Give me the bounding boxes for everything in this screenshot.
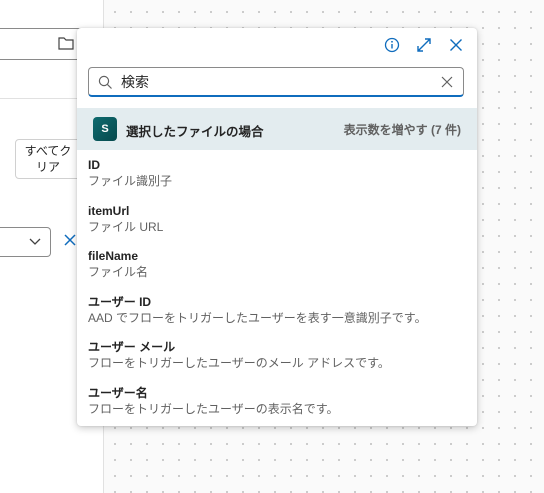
remove-icon[interactable] — [63, 233, 77, 247]
item-description: フローをトリガーしたユーザーのメール アドレスです。 — [88, 356, 390, 370]
item-description: フローをトリガーしたユーザーの表示名です。 — [88, 401, 339, 416]
clear-all-label: すべてクリア — [24, 144, 72, 174]
item-name: itemUrl — [88, 203, 130, 218]
item-description: ファイル名 — [88, 265, 149, 279]
item-name: ユーザー名 — [88, 385, 148, 400]
item-description: ファイル URL — [88, 219, 164, 234]
list-item-filename[interactable]: fileName ファイル名 — [88, 247, 468, 293]
search-box[interactable] — [88, 67, 464, 97]
dynamic-content-popover: S 選択したファイルの場合 表示数を増やす (7 件) ID ファイル識別子 i… — [77, 28, 477, 426]
dropdown-select[interactable] — [0, 227, 51, 257]
info-icon[interactable] — [383, 36, 401, 54]
folder-icon[interactable] — [58, 36, 74, 50]
list-item-id[interactable]: ID ファイル識別子 — [88, 156, 468, 202]
item-name: fileName — [88, 249, 139, 263]
section-header: S 選択したファイルの場合 表示数を増やす (7 件) — [77, 108, 477, 150]
list-item-user-email[interactable]: ユーザー メール フローをトリガーしたユーザーのメール アドレスです。 — [88, 338, 468, 384]
clear-icon[interactable] — [441, 76, 453, 88]
item-name: ユーザー ID — [88, 294, 152, 309]
section-title: 選択したファイルの場合 — [126, 125, 264, 139]
clear-all-button[interactable]: すべてクリア — [15, 139, 81, 179]
search-icon — [98, 75, 112, 89]
dynamic-content-list: ID ファイル識別子 itemUrl ファイル URL fileName ファイ… — [88, 156, 468, 429]
list-item-itemurl[interactable]: itemUrl ファイル URL — [88, 202, 468, 248]
chevron-down-icon — [29, 238, 41, 245]
show-more-link[interactable]: 表示数を増やす (7 件) — [344, 121, 461, 138]
sharepoint-icon: S — [93, 117, 117, 141]
list-item-user-name[interactable]: ユーザー名 フローをトリガーしたユーザーの表示名です。 — [88, 384, 468, 430]
item-name: ID — [88, 158, 100, 172]
item-name: ユーザー メール — [88, 340, 176, 354]
list-item-user-id[interactable]: ユーザー ID AAD でフローをトリガーしたユーザーを表す一意識別子です。 — [88, 293, 468, 339]
close-icon[interactable] — [447, 36, 465, 54]
popover-actions — [383, 36, 465, 54]
item-description: ファイル識別子 — [88, 174, 173, 188]
search-input[interactable] — [121, 72, 431, 92]
expand-icon[interactable] — [415, 36, 433, 54]
item-description: AAD でフローをトリガーしたユーザーを表す一意識別子です。 — [88, 310, 427, 325]
